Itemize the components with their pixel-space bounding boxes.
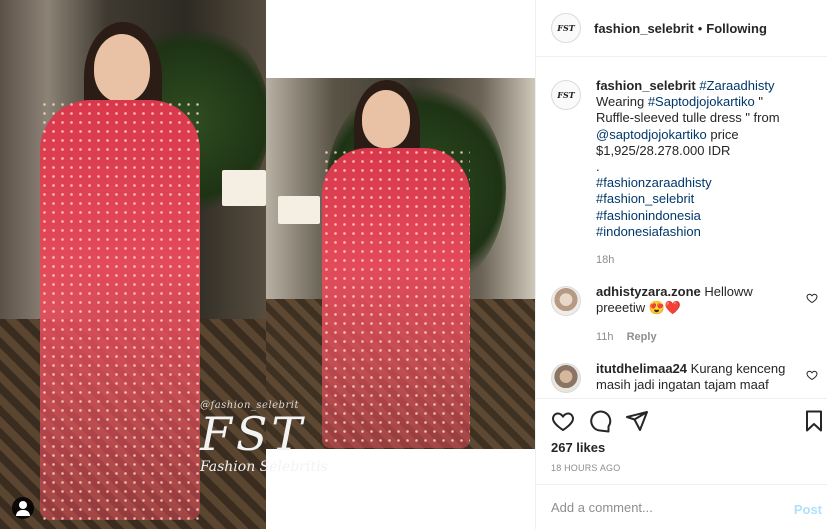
watermark-initials: FST [200,407,307,461]
lamp-decor [222,170,266,206]
hashtag-link[interactable]: #fashionindonesia [596,208,701,223]
comment-username[interactable]: itutdhelimaa24 [596,361,687,376]
watermark-handle: @fashion_selebrit [200,400,299,411]
comment-time[interactable]: 11h [596,331,614,343]
watermark-logo: @fashion_selebrit FST Fashion Selebritis [200,400,340,475]
reply-button[interactable]: Reply [627,331,657,343]
comments-divider [536,398,827,399]
caption-text: Wearing [596,94,645,110]
caption-username[interactable]: fashion_selebrit [596,78,696,93]
avatar[interactable]: FST [551,13,581,43]
model-face [362,90,410,148]
comment-username[interactable]: adhistyzara.zone [596,284,701,299]
model-face [94,34,150,102]
avatar-logo: FST [557,90,575,100]
hashtag-link[interactable]: #fashionzaraadhisty [596,175,712,190]
post-side-panel: FST fashion_selebrit • Following FST fas… [535,0,827,529]
post-comment-button[interactable]: Post [794,502,822,517]
likes-count[interactable]: 267 likes [551,440,605,455]
hashtag-link[interactable]: #Saptodjojokartiko [648,94,755,109]
share-paper-plane-icon[interactable] [625,409,649,433]
model-dress [40,100,200,520]
watermark-brand: Fashion Selebritis [200,459,328,475]
following-button[interactable]: Following [706,21,767,36]
comment-input[interactable] [551,499,781,515]
bookmark-save-icon[interactable] [802,409,826,433]
separator-dot: • [697,20,703,36]
comments-list[interactable]: FST fashion_selebrit #Zaraadhisty Wearin… [551,78,826,396]
photo-right-panel [266,78,535,449]
avatar[interactable]: FST [551,80,581,110]
caption: FST fashion_selebrit #Zaraadhisty Wearin… [551,78,826,278]
hashtag-link[interactable]: #fashion_selebrit [596,191,694,206]
like-comment-heart-icon[interactable] [806,292,818,304]
avatar-logo: FST [557,23,575,33]
avatar[interactable] [551,362,581,393]
post-username[interactable]: fashion_selebrit [594,21,694,36]
comment-item: adhistyzara.zone Helloww preeetiw 😍❤️ 11… [551,284,826,355]
comment-bubble-icon[interactable] [588,409,612,433]
comment-item: itutdhelimaa24 Kurang kenceng masih jadi… [551,361,826,393]
header-divider [536,56,827,57]
user-tag-icon[interactable] [12,497,34,519]
hashtag-link[interactable]: #indonesiafashion [596,224,701,239]
like-comment-heart-icon[interactable] [806,369,818,381]
model-dress [322,148,470,448]
caption-dot: . [596,159,600,175]
post-header: FST fashion_selebrit • Following [551,12,821,44]
add-comment-bar: Post [536,484,827,529]
post-photo[interactable]: @fashion_selebrit FST Fashion Selebritis [0,0,535,529]
post-timestamp[interactable]: 18 HOURS AGO [551,463,620,473]
mention-link[interactable]: @saptodjojokartiko [596,127,707,142]
caption-time[interactable]: 18h [596,254,614,266]
like-heart-icon[interactable] [551,409,575,433]
avatar[interactable] [551,286,581,317]
lamp-decor [278,196,320,224]
action-bar [551,407,826,435]
hashtag-link[interactable]: #Zaraadhisty [699,78,774,93]
